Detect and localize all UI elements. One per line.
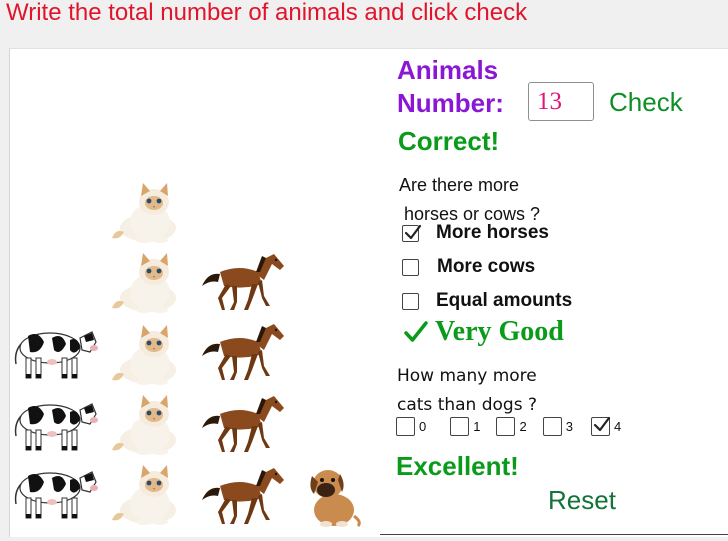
cow-icon xyxy=(14,403,98,451)
check-mark-icon xyxy=(404,321,428,342)
option-more-cows[interactable]: More cows xyxy=(402,256,535,278)
horse-icon xyxy=(202,468,284,524)
option-equal-amounts[interactable]: Equal amounts xyxy=(402,290,572,312)
animal-count-input[interactable]: 13 xyxy=(528,82,594,121)
cat xyxy=(110,182,180,249)
cow xyxy=(10,462,98,529)
option-label: Equal amounts xyxy=(436,290,573,311)
excellent-message: Excellent! xyxy=(396,451,519,481)
very-good-feedback: Very Good xyxy=(404,316,564,348)
question-horses-cows: Are there more horses or cows ? xyxy=(399,171,540,229)
horse-icon xyxy=(202,396,284,452)
checkbox-more-horses[interactable] xyxy=(402,224,422,242)
horse xyxy=(200,464,286,533)
option-label: More cows xyxy=(437,256,536,277)
horse xyxy=(200,250,286,319)
cow-icon xyxy=(14,331,98,379)
dog-icon xyxy=(310,470,361,528)
animals-number-label: Animals Number: xyxy=(397,54,504,120)
cat-icon xyxy=(112,395,176,455)
option-3[interactable]: 3 xyxy=(542,417,573,436)
horse-icon xyxy=(202,324,284,380)
checkbox-2[interactable] xyxy=(496,417,516,436)
checkbox-3[interactable] xyxy=(542,417,562,436)
cat-icon xyxy=(112,325,176,385)
dog xyxy=(304,462,364,535)
check-button[interactable]: Check xyxy=(609,87,683,118)
question-cats-dogs: How many more cats than dogs ? xyxy=(397,362,537,420)
label-line-1: Animals xyxy=(397,55,499,85)
cat xyxy=(110,252,180,319)
checkbox-4[interactable] xyxy=(590,416,611,436)
option-more-horses[interactable]: More horses xyxy=(402,222,549,244)
instruction-text: Write the total number of animals and cl… xyxy=(6,0,528,26)
horse xyxy=(200,320,286,389)
horse-icon xyxy=(202,254,284,310)
option-label: 1 xyxy=(473,419,481,434)
cat xyxy=(110,464,180,531)
cats-dogs-options: 0 1 2 3 4 xyxy=(396,416,627,436)
option-label: More horses xyxy=(436,222,549,243)
option-1[interactable]: 1 xyxy=(450,417,480,436)
option-4[interactable]: 4 xyxy=(590,416,622,436)
cow xyxy=(10,322,98,389)
option-label: 0 xyxy=(419,419,427,434)
cow-icon xyxy=(14,471,98,519)
cat xyxy=(110,324,180,391)
divider-line xyxy=(380,534,728,535)
option-label: 4 xyxy=(613,419,622,434)
option-label: 2 xyxy=(519,419,527,434)
question2-line1: How many more xyxy=(397,366,537,386)
cat-icon xyxy=(112,183,176,243)
question2-line2: cats than dogs ? xyxy=(397,395,537,415)
option-0[interactable]: 0 xyxy=(396,417,426,436)
cow xyxy=(10,394,98,461)
very-good-text: Very Good xyxy=(435,316,564,347)
cat-icon xyxy=(112,253,176,313)
checkbox-equal-amounts[interactable] xyxy=(402,292,419,310)
option-label: 3 xyxy=(565,419,573,434)
option-2[interactable]: 2 xyxy=(496,417,527,436)
cat-icon xyxy=(112,465,176,525)
checkbox-1[interactable] xyxy=(450,417,470,436)
question1-line1: Are there more xyxy=(399,175,520,195)
horse xyxy=(200,392,286,461)
cat xyxy=(110,394,180,461)
checkbox-0[interactable] xyxy=(396,417,415,436)
checkbox-more-cows[interactable] xyxy=(402,258,419,276)
reset-button[interactable]: Reset xyxy=(548,485,616,516)
label-line-2: Number: xyxy=(397,88,504,118)
correct-message: Correct! xyxy=(398,126,500,156)
